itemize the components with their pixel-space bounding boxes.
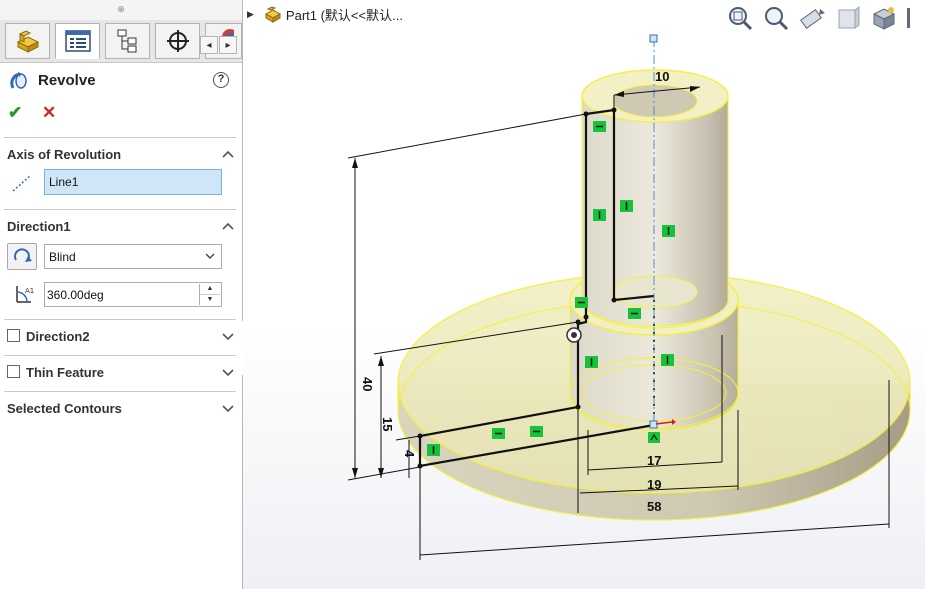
relation-horizontal-icon[interactable] <box>530 426 543 437</box>
dimension-17[interactable]: 17 <box>647 453 661 468</box>
relation-vertical-icon[interactable] <box>593 209 606 221</box>
display-style-button[interactable] <box>866 3 902 33</box>
relation-horizontal-icon[interactable] <box>628 308 641 319</box>
reverse-direction-button[interactable] <box>7 243 37 270</box>
angle-field[interactable]: 360.00deg ▲ ▼ <box>44 282 222 307</box>
revolve-cursor-icon <box>566 327 582 343</box>
model-view: 10 40 15 4 17 19 58 <box>243 0 925 589</box>
part-icon <box>264 6 281 23</box>
axis-endpoint-handle[interactable] <box>649 34 658 43</box>
group-divider <box>4 137 236 138</box>
revolve-icon <box>10 72 27 89</box>
more-tools-icon <box>907 8 910 28</box>
relation-horizontal-icon[interactable] <box>492 428 505 439</box>
tab-feature-manager[interactable] <box>5 23 50 59</box>
reverse-direction-icon <box>14 248 32 262</box>
page-title: Revolve <box>38 72 96 89</box>
cancel-button[interactable]: ✕ <box>42 103 56 123</box>
section-view-icon <box>838 6 860 29</box>
feature-tree-flyout[interactable]: ▶ Part1 (默认<<默认... <box>247 2 403 26</box>
section-view-button[interactable] <box>830 3 866 33</box>
crosshair-icon <box>166 30 189 52</box>
chevron-down-icon[interactable] <box>221 331 235 341</box>
zoom-to-area-button[interactable] <box>758 3 794 33</box>
graphics-area[interactable]: 10 40 15 4 17 19 58 <box>243 0 925 589</box>
end-condition-value: Blind <box>49 250 76 264</box>
group-divider <box>4 391 236 392</box>
angle-spinner[interactable]: ▲ ▼ <box>199 284 220 305</box>
direction2-title[interactable]: Direction2 <box>26 329 90 344</box>
chevron-down-icon[interactable] <box>221 403 235 413</box>
previous-view-button[interactable] <box>794 3 830 33</box>
spin-down-icon[interactable]: ▼ <box>200 295 220 305</box>
expand-arrow-icon[interactable]: ▶ <box>247 9 254 20</box>
dimension-15[interactable]: 15 <box>380 417 395 431</box>
tab-scroll-left[interactable]: ◂ <box>200 36 218 54</box>
tab-dimxpert-manager[interactable] <box>155 23 200 59</box>
relation-vertical-icon[interactable] <box>427 444 440 456</box>
tab-scroll-right[interactable]: ▸ <box>219 36 237 54</box>
manager-tabs: ◂ ▸ <box>0 20 242 63</box>
relation-vertical-icon[interactable] <box>662 225 675 237</box>
group-divider <box>4 355 236 356</box>
dimension-58[interactable]: 58 <box>647 499 661 514</box>
previous-view-icon <box>800 9 825 29</box>
thin-feature-checkbox[interactable] <box>7 365 20 378</box>
dimension-40[interactable]: 40 <box>360 377 375 391</box>
chevron-down-icon <box>205 253 215 259</box>
feature-manager-icon <box>16 30 39 53</box>
chevron-up-icon[interactable] <box>221 221 235 231</box>
heads-up-toolbar <box>722 3 916 33</box>
tab-configuration-manager[interactable] <box>105 23 150 59</box>
panel-grip[interactable]: ⊕ <box>0 0 242 20</box>
boss-bore <box>612 84 698 118</box>
relation-horizontal-icon[interactable] <box>593 121 606 132</box>
zoom-to-fit-button[interactable] <box>722 3 758 33</box>
direction1-title[interactable]: Direction1 <box>7 219 71 234</box>
angle-value: 360.00deg <box>47 288 104 302</box>
zoom-to-fit-icon <box>729 7 753 31</box>
display-style-icon <box>872 7 896 30</box>
axis-of-revolution-field[interactable]: Line1 <box>44 169 222 195</box>
property-manager-icon <box>64 30 91 52</box>
spin-up-icon[interactable]: ▲ <box>200 284 220 295</box>
boss-bore-bottom <box>612 275 698 309</box>
group-divider <box>4 209 236 210</box>
relation-horizontal-icon[interactable] <box>575 297 588 308</box>
axis-line-icon <box>12 174 32 192</box>
zoom-to-area-icon <box>765 7 789 31</box>
selected-contours-title[interactable]: Selected Contours <box>7 401 122 416</box>
chevron-up-icon[interactable] <box>221 149 235 159</box>
group-divider <box>4 319 236 320</box>
direction2-checkbox[interactable] <box>7 329 20 342</box>
chevron-down-icon[interactable] <box>221 367 235 377</box>
thin-feature-title[interactable]: Thin Feature <box>26 365 104 380</box>
axis-of-revolution-title[interactable]: Axis of Revolution <box>7 147 121 162</box>
ok-button[interactable]: ✔ <box>8 103 22 123</box>
angle-icon: A1 <box>16 286 34 303</box>
configuration-manager-icon <box>117 29 136 53</box>
help-button[interactable]: ? <box>213 72 229 88</box>
property-manager-panel: ⊕ ◂ ▸ Revolve ? ✔ ✕ Axis of Revolution L… <box>0 0 243 589</box>
dimension-10[interactable]: 10 <box>655 69 669 84</box>
dimension-19[interactable]: 19 <box>647 477 661 492</box>
relation-vertical-icon[interactable] <box>620 200 633 212</box>
tab-property-manager[interactable] <box>55 23 100 59</box>
end-condition-select[interactable]: Blind <box>44 244 222 269</box>
relation-vertical-icon[interactable] <box>661 354 674 366</box>
relation-vertical-icon[interactable] <box>585 356 598 368</box>
feature-tree-part-label[interactable]: Part1 (默认<<默认... <box>286 5 403 24</box>
property-manager-header: Revolve ? <box>0 62 242 98</box>
dimension-4[interactable]: 4 <box>402 450 417 458</box>
more-tools-button[interactable] <box>902 3 916 33</box>
axis-endpoint-handle[interactable] <box>649 420 658 429</box>
relation-fix-icon[interactable] <box>648 432 660 443</box>
svg-text:A1: A1 <box>25 287 34 295</box>
